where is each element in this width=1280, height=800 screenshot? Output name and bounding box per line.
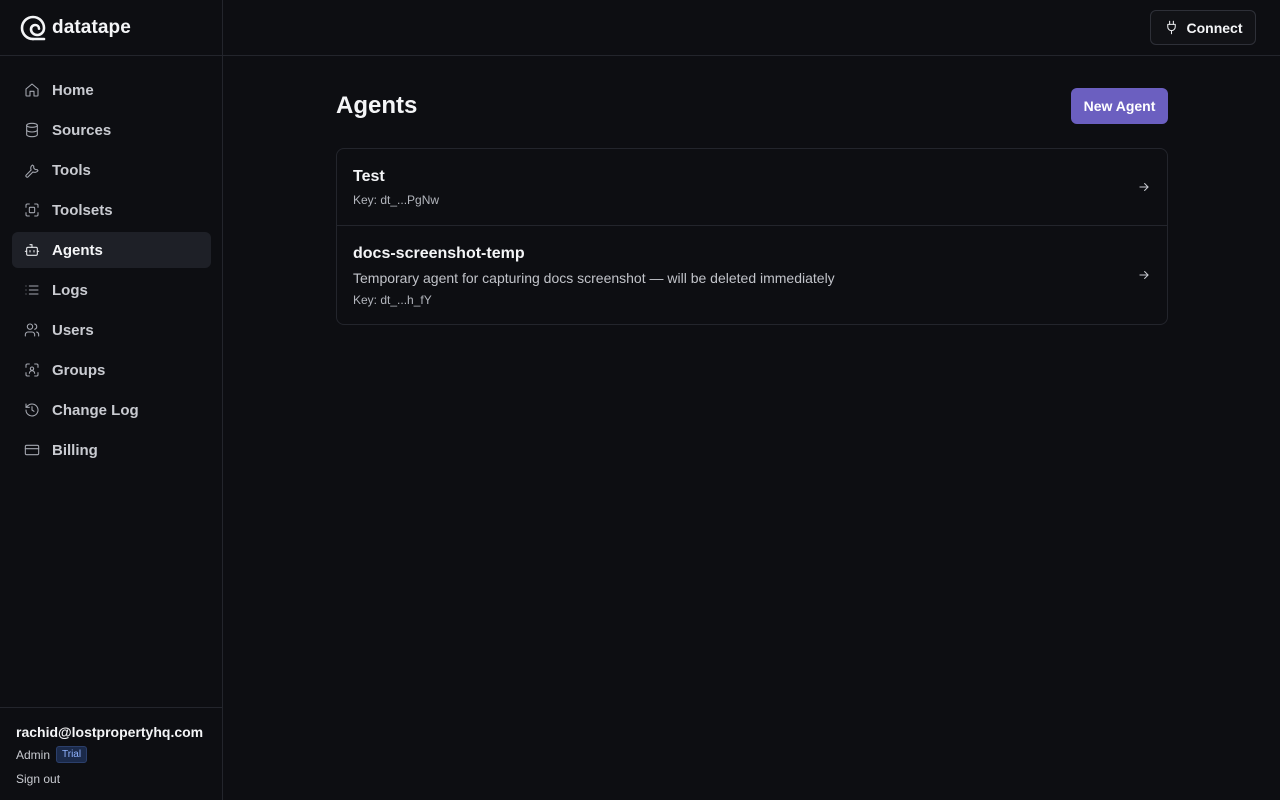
users-icon (24, 322, 40, 338)
account-role-row: Admin Trial (16, 746, 206, 763)
list-item[interactable]: docs-screenshot-temp Temporary agent for… (337, 226, 1167, 324)
sidebar-item-sources[interactable]: Sources (12, 112, 211, 148)
sidebar-item-logs[interactable]: Logs (12, 272, 211, 308)
scan-icon (24, 202, 40, 218)
user-scan-icon (24, 362, 40, 378)
new-agent-button[interactable]: New Agent (1071, 88, 1168, 124)
brand[interactable]: datatape (0, 0, 222, 56)
top-bar: Connect (223, 0, 1280, 56)
arrow-right-icon (1137, 180, 1151, 194)
agent-name: Test (353, 168, 385, 185)
sidebar-item-groups[interactable]: Groups (12, 352, 211, 388)
connect-button-label: Connect (1186, 19, 1243, 36)
wrench-icon (24, 162, 40, 178)
connect-button[interactable]: Connect (1150, 10, 1256, 45)
sidebar-item-tools[interactable]: Tools (12, 152, 211, 188)
sign-out-link[interactable]: Sign out (16, 772, 60, 786)
sidebar-item-billing[interactable]: Billing (12, 432, 211, 468)
sidebar-item-users[interactable]: Users (12, 312, 211, 348)
app-root: datatape Home Sources Tools Toolsets Age… (0, 0, 1280, 800)
arrow-right-icon (1137, 268, 1151, 282)
agent-description: Temporary agent for capturing docs scree… (353, 270, 835, 286)
bot-icon (24, 242, 40, 258)
sidebar-item-label: Change Log (52, 401, 139, 419)
sidebar-item-label: Home (52, 81, 94, 99)
sidebar-item-home[interactable]: Home (12, 72, 211, 108)
account-email: rachid@lostpropertyhq.com (16, 724, 204, 740)
database-icon (24, 122, 40, 138)
sidebar-item-label: Sources (52, 121, 112, 139)
page-header: Agents New Agent (336, 88, 1168, 124)
sidebar-item-label: Toolsets (52, 201, 113, 219)
history-icon (24, 402, 40, 418)
list-item[interactable]: Test Key: dt_...PgNw (337, 149, 1167, 226)
sidebar-item-label: Groups (52, 361, 106, 379)
sidebar-item-label: Agents (52, 241, 103, 259)
agent-list: Test Key: dt_...PgNw docs-screenshot-tem… (336, 148, 1168, 325)
agent-key: Key: dt_...h_fY (353, 293, 432, 307)
sidebar-item-agents[interactable]: Agents (12, 232, 211, 268)
home-icon (24, 82, 40, 98)
sidebar-item-label: Users (52, 321, 94, 339)
sidebar-item-label: Tools (52, 161, 91, 179)
sidebar-item-change-log[interactable]: Change Log (12, 392, 211, 428)
credit-card-icon (24, 442, 40, 458)
account-panel: rachid@lostpropertyhq.com Admin Trial Si… (0, 707, 222, 800)
sidebar-item-label: Billing (52, 441, 98, 459)
agent-name: docs-screenshot-temp (353, 245, 525, 262)
spiral-logo-icon (20, 15, 46, 40)
account-role: Admin (16, 747, 51, 762)
main-content: Agents New Agent Test Key: dt_...PgNw do… (336, 88, 1168, 325)
list-icon (24, 282, 40, 298)
plug-icon (1166, 20, 1176, 35)
sidebar: datatape Home Sources Tools Toolsets Age… (0, 0, 223, 800)
sidebar-item-label: Logs (52, 281, 88, 299)
sidebar-nav: Home Sources Tools Toolsets Agents Logs … (12, 72, 211, 472)
page-title: Agents (336, 92, 418, 119)
sidebar-item-toolsets[interactable]: Toolsets (12, 192, 211, 228)
plan-badge: Trial (56, 746, 88, 763)
brand-name: datatape (52, 16, 131, 38)
agent-key: Key: dt_...PgNw (353, 193, 440, 207)
